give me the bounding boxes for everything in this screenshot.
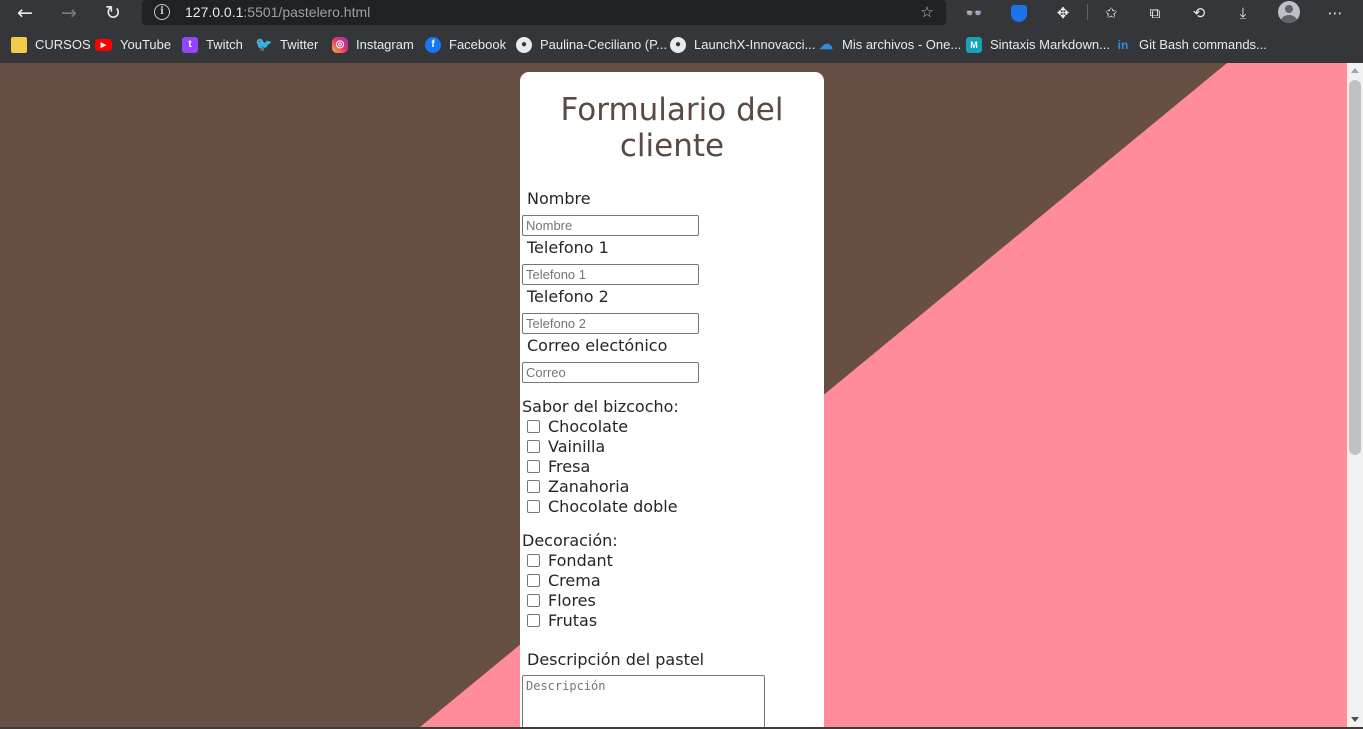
decoration-section-label: Decoración:	[522, 531, 618, 550]
checkbox[interactable]	[527, 574, 540, 587]
extensions-puzzle-icon[interactable]: ✥	[1050, 1, 1076, 25]
checkbox[interactable]	[527, 460, 540, 473]
flavor-option-zanahoria[interactable]: Zanahoria	[527, 477, 629, 496]
twitch-icon: t	[182, 36, 198, 53]
checkbox[interactable]	[527, 420, 540, 433]
email-input[interactable]	[522, 362, 699, 383]
forward-arrow-icon[interactable]: →	[56, 0, 82, 26]
checkbox[interactable]	[527, 554, 540, 567]
back-arrow-icon[interactable]: ←	[12, 0, 38, 26]
name-input[interactable]	[522, 215, 699, 236]
flavor-option-vainilla[interactable]: Vainilla	[527, 437, 605, 456]
profile-avatar[interactable]	[1278, 1, 1300, 23]
bookmark-instagram[interactable]: ◎ Instagram	[332, 26, 414, 63]
decoration-option-fondant[interactable]: Fondant	[527, 551, 613, 570]
bookmark-github-launchx[interactable]: ● LaunchX-Innovacci...	[670, 26, 815, 63]
onedrive-icon: ☁	[819, 36, 833, 52]
bookmark-gitbash[interactable]: in Git Bash commands...	[1115, 26, 1267, 63]
bookmark-facebook[interactable]: f Facebook	[425, 26, 506, 63]
add-favorite-icon[interactable]: ☆	[918, 3, 936, 21]
checkbox[interactable]	[527, 594, 540, 607]
url-text[interactable]: 127.0.0.1:5501/pastelero.html	[185, 4, 370, 20]
description-label: Descripción del pastel	[527, 650, 705, 669]
site-info-icon[interactable]: i	[154, 4, 170, 20]
toolbar-separator	[1087, 4, 1088, 20]
flavor-option-fresa[interactable]: Fresa	[527, 457, 590, 476]
youtube-icon: ▶	[95, 38, 112, 51]
history-icon[interactable]: ⟲	[1186, 1, 1212, 25]
downloads-icon[interactable]: ⤓	[1230, 1, 1256, 25]
checkbox[interactable]	[527, 480, 540, 493]
flavor-option-chocolate[interactable]: Chocolate	[527, 417, 628, 436]
browser-toolbar: ← → ↻ i 127.0.0.1:5501/pastelero.html ☆ …	[0, 0, 1363, 26]
extension-glasses-icon[interactable]: 👓	[961, 1, 987, 25]
folder-icon	[11, 36, 27, 53]
scrollbar-thumb[interactable]	[1349, 80, 1361, 455]
description-textarea[interactable]: Descripción	[522, 675, 765, 727]
bookmark-cursos[interactable]: CURSOS	[11, 26, 91, 63]
decoration-option-crema[interactable]: Crema	[527, 571, 601, 590]
more-menu-icon[interactable]: ⋯	[1322, 1, 1348, 25]
twitter-icon: 🐦	[255, 36, 273, 52]
bookmark-onedrive[interactable]: ☁ Mis archivos - One...	[818, 26, 961, 63]
bookmarks-bar: CURSOS ▶ YouTube t Twitch 🐦 Twitter ◎ Instag…	[0, 26, 1363, 63]
address-bar[interactable]: i 127.0.0.1:5501/pastelero.html ☆	[142, 0, 946, 25]
bookmark-markdown[interactable]: M Sintaxis Markdown...	[966, 26, 1110, 63]
extension-shield-icon[interactable]	[1006, 1, 1032, 25]
checkbox[interactable]	[527, 614, 540, 627]
facebook-icon: f	[425, 36, 441, 53]
page-viewport: Formulario del cliente Nombre Telefono 1…	[0, 63, 1347, 727]
phone2-input[interactable]	[522, 313, 699, 334]
vertical-scrollbar[interactable]	[1347, 63, 1363, 727]
bookmark-github-paulina[interactable]: ● Paulina-Ceciliano (P...	[516, 26, 667, 63]
github-icon: ●	[516, 36, 532, 53]
form-title: Formulario del cliente	[560, 92, 784, 164]
favorites-icon[interactable]: ✩	[1098, 1, 1124, 25]
phone1-input[interactable]	[522, 264, 699, 285]
github-icon: ●	[670, 36, 686, 53]
markdown-icon: M	[966, 36, 982, 53]
linkedin-icon: in	[1117, 37, 1129, 52]
scroll-down-arrow-icon[interactable]	[1351, 717, 1359, 722]
phone1-label: Telefono 1	[527, 238, 609, 257]
phone2-label: Telefono 2	[527, 287, 609, 306]
checkbox[interactable]	[527, 500, 540, 513]
email-label: Correo electónico	[527, 336, 668, 355]
instagram-icon: ◎	[332, 36, 348, 53]
decoration-option-frutas[interactable]: Frutas	[527, 611, 597, 630]
scroll-up-arrow-icon[interactable]	[1351, 68, 1359, 73]
flavor-section-label: Sabor del bizcocho:	[522, 397, 679, 416]
flavor-option-chocolate-doble[interactable]: Chocolate doble	[527, 497, 678, 516]
bookmark-youtube[interactable]: ▶ YouTube	[95, 26, 171, 63]
decoration-option-flores[interactable]: Flores	[527, 591, 596, 610]
bookmark-twitch[interactable]: t Twitch	[182, 26, 243, 63]
checkbox[interactable]	[527, 440, 540, 453]
client-form-card: Formulario del cliente Nombre Telefono 1…	[520, 72, 824, 727]
name-label: Nombre	[527, 189, 591, 208]
collections-icon[interactable]: ⧉	[1142, 1, 1168, 25]
reload-icon[interactable]: ↻	[100, 0, 126, 26]
bookmark-twitter[interactable]: 🐦 Twitter	[255, 26, 318, 63]
